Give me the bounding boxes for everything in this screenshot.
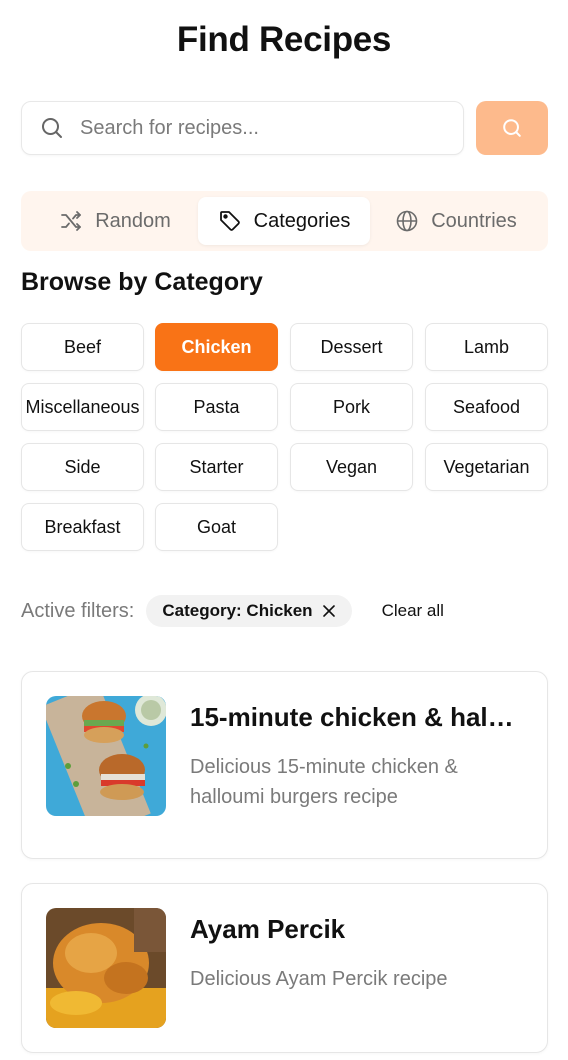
category-chip-beef[interactable]: Beef xyxy=(21,323,144,371)
recipe-image xyxy=(46,696,166,816)
search-icon xyxy=(42,118,62,138)
category-chip-starter[interactable]: Starter xyxy=(155,443,278,491)
search-box[interactable] xyxy=(21,101,464,155)
section-title: Browse by Category xyxy=(21,268,263,296)
category-chip-dessert[interactable]: Dessert xyxy=(290,323,413,371)
search-input[interactable] xyxy=(80,116,440,140)
globe-icon xyxy=(396,210,418,232)
search-icon xyxy=(503,119,521,137)
search-button[interactable] xyxy=(476,101,548,155)
category-chip-goat[interactable]: Goat xyxy=(155,503,278,551)
tab-random[interactable]: Random xyxy=(31,197,199,245)
filter-pill: Category: Chicken xyxy=(146,595,352,627)
page-title: Find Recipes xyxy=(176,20,392,59)
recipe-card[interactable]: 15-minute chicken & halloumi burgers Del… xyxy=(21,671,548,859)
close-icon[interactable] xyxy=(322,604,336,618)
recipe-title: Ayam Percik xyxy=(190,914,346,944)
category-chip-miscellaneous[interactable]: Miscellaneous xyxy=(21,383,144,431)
active-filters-label: Active filters: xyxy=(21,599,135,622)
recipe-title: 15-minute chicken & halloumi burgers xyxy=(190,702,520,732)
clear-all-button[interactable]: Clear all xyxy=(382,601,444,621)
recipe-card[interactable]: Ayam Percik Delicious Ayam Percik recipe xyxy=(21,883,548,1053)
tab-label: Countries xyxy=(431,209,517,232)
category-chip-side[interactable]: Side xyxy=(21,443,144,491)
category-chip-pasta[interactable]: Pasta xyxy=(155,383,278,431)
tab-categories[interactable]: Categories xyxy=(198,197,370,245)
view-tabs: Random Categories Countries xyxy=(21,191,548,251)
tab-label: Random xyxy=(95,209,171,232)
filter-pill-label: Category: Chicken xyxy=(162,601,313,620)
recipe-description: Delicious 15-minute chicken & halloumi b… xyxy=(190,756,458,808)
category-chip-vegan[interactable]: Vegan xyxy=(290,443,413,491)
recipe-description: Delicious Ayam Percik recipe xyxy=(190,968,448,990)
category-chip-lamb[interactable]: Lamb xyxy=(425,323,548,371)
category-chip-seafood[interactable]: Seafood xyxy=(425,383,548,431)
category-chip-breakfast[interactable]: Breakfast xyxy=(21,503,144,551)
tab-countries[interactable]: Countries xyxy=(371,197,541,245)
shuffle-icon xyxy=(61,211,82,231)
recipe-image xyxy=(46,908,166,1028)
category-chip-vegetarian[interactable]: Vegetarian xyxy=(425,443,548,491)
tab-label: Categories xyxy=(253,209,351,232)
tag-icon xyxy=(219,211,240,231)
category-chip-chicken[interactable]: Chicken xyxy=(155,323,278,371)
category-chip-pork[interactable]: Pork xyxy=(290,383,413,431)
active-filters: Active filters: Category: Chicken Clear … xyxy=(21,594,444,628)
